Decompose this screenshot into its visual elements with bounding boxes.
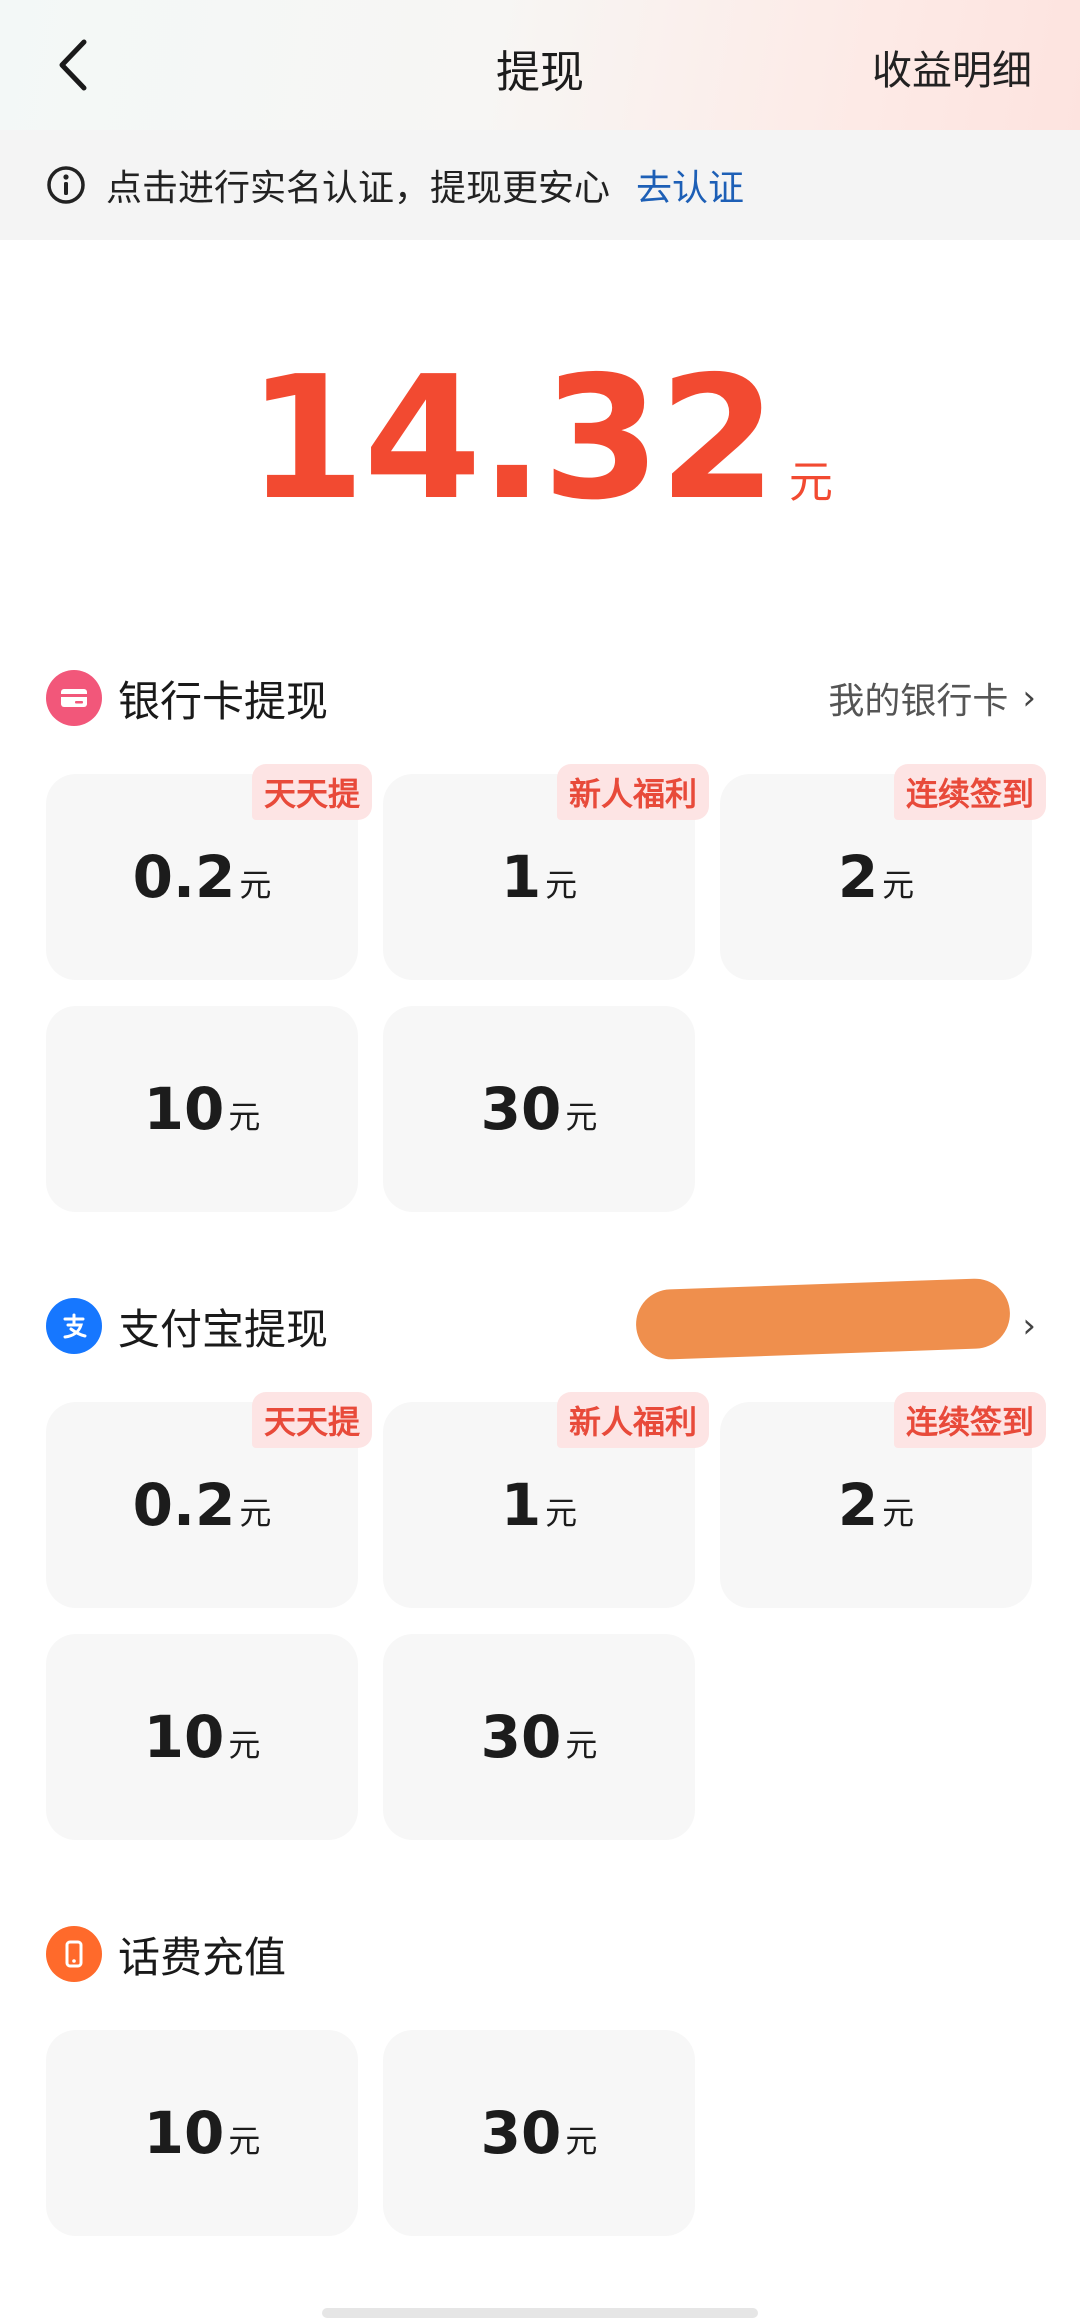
redaction-scribble (634, 1277, 1012, 1361)
my-bank-card-label: 我的银行卡 (828, 681, 1009, 722)
option-amount: 30 (480, 1703, 562, 1771)
option-unit: 元 (882, 866, 915, 904)
alipay-option-1[interactable]: 1元 新人福利 (383, 1392, 709, 1608)
my-bank-card-link[interactable]: 我的银行卡 › (828, 672, 1036, 724)
option-unit: 元 (565, 1726, 598, 1764)
my-alipay-link[interactable]: › (1008, 1306, 1036, 1346)
option-amount: 2 (837, 1471, 879, 1539)
balance-amount: 14.32 (247, 340, 777, 538)
earnings-detail-link[interactable]: 收益明细 (872, 38, 1032, 96)
option-amount: 10 (143, 1703, 225, 1771)
option-amount: 30 (480, 2099, 562, 2167)
option-unit: 元 (228, 1098, 261, 1136)
option-amount: 0.2 (132, 1471, 236, 1539)
bank-option-30[interactable]: 30 元 (383, 1006, 695, 1212)
notice-text: 点击进行实名认证，提现更安心 (106, 168, 611, 209)
option-unit: 元 (545, 1494, 578, 1532)
bank-withdraw-title: 银行卡提现 (118, 676, 329, 726)
option-unit: 元 (545, 866, 578, 904)
bank-card-icon (46, 670, 102, 726)
alipay-option-2[interactable]: 2元 连续签到 (720, 1392, 1046, 1608)
option-amount: 1 (500, 1471, 542, 1539)
alipay-icon (46, 1298, 102, 1354)
bank-option-0-2[interactable]: 0.2 元 天天提 (46, 764, 372, 980)
option-tag: 新人福利 (556, 1392, 709, 1448)
verification-notice: 点击进行实名认证，提现更安心 去认证 (0, 130, 1080, 240)
bank-withdraw-header: 银行卡提现 我的银行卡 › (46, 668, 1036, 728)
bank-option-1[interactable]: 1元 新人福利 (383, 764, 709, 980)
alipay-option-10[interactable]: 10 元 (46, 1634, 358, 1840)
option-amount: 10 (143, 1075, 225, 1143)
option-tag: 连续签到 (893, 764, 1046, 820)
option-amount: 30 (480, 1075, 562, 1143)
info-icon (47, 166, 85, 204)
option-unit: 元 (228, 2122, 261, 2160)
option-tag: 连续签到 (893, 1392, 1046, 1448)
option-amount: 0.2 (132, 843, 236, 911)
chevron-right-icon: › (1022, 1306, 1036, 1346)
option-amount: 2 (837, 843, 879, 911)
bank-option-2[interactable]: 2元 连续签到 (720, 764, 1046, 980)
phone-icon (46, 1926, 102, 1982)
option-unit: 元 (228, 1726, 261, 1764)
option-tag: 新人福利 (556, 764, 709, 820)
balance-unit: 元 (788, 457, 833, 508)
option-tag: 天天提 (251, 764, 372, 820)
option-unit: 元 (239, 866, 272, 904)
option-unit: 元 (882, 1494, 915, 1532)
phone-option-30[interactable]: 30 元 (383, 2030, 695, 2236)
alipay-withdraw-title: 支付宝提现 (118, 1304, 329, 1354)
option-amount: 10 (143, 2099, 225, 2167)
option-tag: 天天提 (251, 1392, 372, 1448)
option-unit: 元 (239, 1494, 272, 1532)
bank-option-10[interactable]: 10 元 (46, 1006, 358, 1212)
home-indicator (322, 2308, 758, 2318)
alipay-option-30[interactable]: 30 元 (383, 1634, 695, 1840)
option-unit: 元 (565, 2122, 598, 2160)
phone-recharge-header: 话费充值 (46, 1924, 1036, 1984)
option-unit: 元 (565, 1098, 598, 1136)
balance-display: 14.32 元 (0, 340, 1080, 538)
verify-link[interactable]: 去认证 (636, 159, 744, 211)
chevron-right-icon: › (1022, 678, 1036, 718)
option-amount: 1 (500, 843, 542, 911)
phone-option-10[interactable]: 10 元 (46, 2030, 358, 2236)
phone-recharge-title: 话费充值 (118, 1932, 287, 1982)
header-bar: 提现 收益明细 (0, 0, 1080, 130)
alipay-option-0-2[interactable]: 0.2 元 天天提 (46, 1392, 372, 1608)
